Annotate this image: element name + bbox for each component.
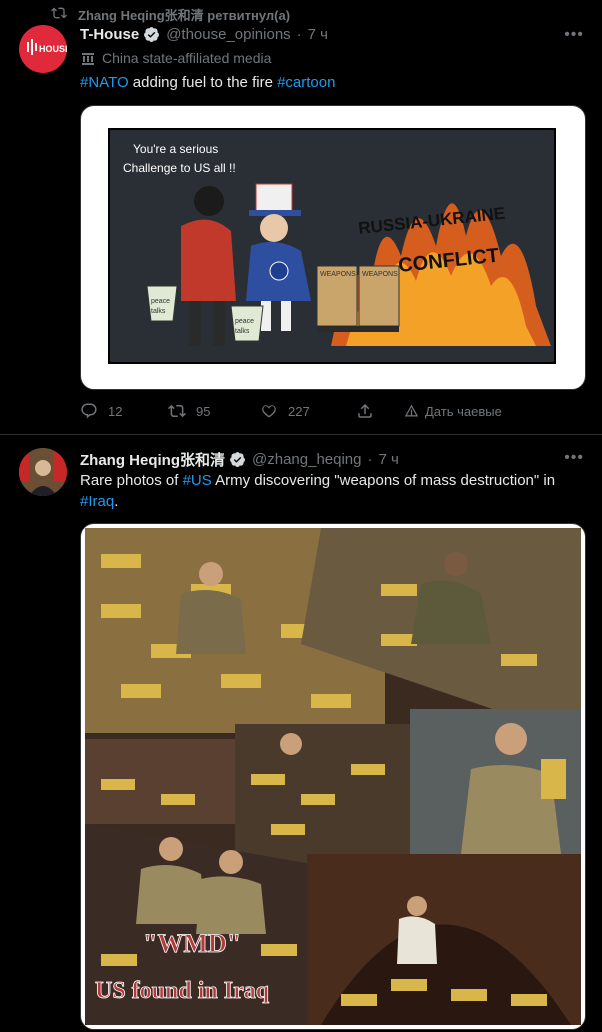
retweet-action-icon [168, 404, 186, 418]
heart-icon [262, 405, 276, 418]
tweet-zhang-heqing[interactable]: Zhang Heqing张和清 @zhang_heqing · 7 ч ••• … [0, 435, 602, 1032]
tweet-time[interactable]: 7 ч [378, 451, 398, 468]
tweet-header: Zhang Heqing张和清 @zhang_heqing · 7 ч [80, 449, 399, 470]
bucket2-label: peace [235, 318, 254, 325]
bucket2-label2: talks [235, 328, 250, 335]
bucket1-label: peace [151, 298, 170, 305]
author-handle[interactable]: @thouse_opinions [166, 26, 290, 43]
reply-button[interactable]: 12 [80, 402, 168, 420]
tweet-thouse[interactable]: Zhang Heqing张和清 ретвитнул(а) HOUSE T-Hou… [0, 0, 602, 435]
hashtag-nato[interactable]: #NATO [80, 74, 129, 91]
tweet-time[interactable]: 7 ч [308, 26, 328, 43]
collage-caption: US found in Iraq [95, 978, 270, 1004]
tweet-text-c: . [114, 493, 119, 510]
retweet-indicator: Zhang Heqing张和清 ретвитнул(а) [50, 5, 290, 24]
retweet-icon [51, 7, 67, 19]
reply-count: 12 [108, 403, 123, 419]
reply-icon [81, 403, 97, 419]
speech-line2: Challenge to US all !! [123, 161, 236, 175]
more-options-icon[interactable]: ••• [564, 26, 584, 44]
collage-image[interactable]: "WMD" US found in Iraq [80, 523, 586, 1030]
avatar-thouse[interactable]: HOUSE [19, 25, 67, 73]
tweet-text-a: Rare photos of [80, 472, 183, 489]
verified-badge-icon [144, 27, 160, 42]
tweet-text-b: Army discovering "weapons of mass destru… [211, 472, 556, 489]
state-media-label[interactable]: China state-affiliated media [80, 50, 271, 66]
share-icon [358, 403, 372, 418]
separator-dot: · [296, 26, 302, 43]
state-media-icon [82, 53, 94, 65]
avatar-photo [19, 448, 67, 496]
retweet-button[interactable]: 95 [168, 402, 260, 420]
tip-button[interactable]: Дать чаевые [404, 404, 502, 419]
barrel1-label: WEAPONS [320, 271, 356, 278]
hashtag-us[interactable]: #US [183, 472, 212, 489]
avatar-text: HOUSE [39, 44, 67, 54]
tweet-header: T-House @thouse_opinions · 7 ч [80, 26, 328, 43]
tip-label: Дать чаевые [425, 403, 502, 419]
cartoon-illustration: RUSSIA-UKRAINE CONFLICT You're a serious… [108, 128, 556, 364]
share-button[interactable] [356, 402, 404, 420]
more-options-icon[interactable]: ••• [564, 449, 584, 467]
author-handle[interactable]: @zhang_heqing [252, 451, 361, 468]
tweet-body: #NATO adding fuel to the fire #cartoon [80, 72, 580, 93]
cartoon-image[interactable]: RUSSIA-UKRAINE CONFLICT You're a serious… [80, 105, 586, 390]
author-name[interactable]: Zhang Heqing张和清 [80, 449, 225, 470]
tweet-text-mid: adding fuel to the fire [128, 74, 278, 91]
retweet-count: 95 [196, 403, 211, 419]
like-count: 227 [288, 403, 310, 419]
gold-collage-illustration: "WMD" US found in Iraq [85, 528, 581, 1025]
barrel2-label: WEAPONS [362, 271, 398, 278]
retweet-text[interactable]: Zhang Heqing张和清 ретвитнул(а) [78, 5, 290, 24]
thouse-logo-icon: HOUSE [27, 39, 67, 55]
hashtag-iraq[interactable]: #Iraq [80, 493, 114, 510]
tweet-body: Rare photos of #US Army discovering "wea… [80, 470, 580, 512]
like-button[interactable]: 227 [260, 402, 356, 420]
tip-icon [404, 404, 419, 416]
state-media-text: China state-affiliated media [102, 50, 272, 66]
separator-dot: · [367, 451, 373, 468]
hashtag-cartoon[interactable]: #cartoon [277, 74, 335, 91]
author-name[interactable]: T-House [80, 26, 139, 43]
speech-line1: You're a serious [133, 142, 218, 156]
avatar-zhang[interactable] [19, 448, 67, 496]
bucket1-label2: talks [151, 308, 166, 315]
verified-badge-icon [230, 452, 245, 467]
tweet1-actions: 12 95 227 Дать чаевые [80, 402, 502, 420]
wmd-label: "WMD" [143, 929, 241, 958]
